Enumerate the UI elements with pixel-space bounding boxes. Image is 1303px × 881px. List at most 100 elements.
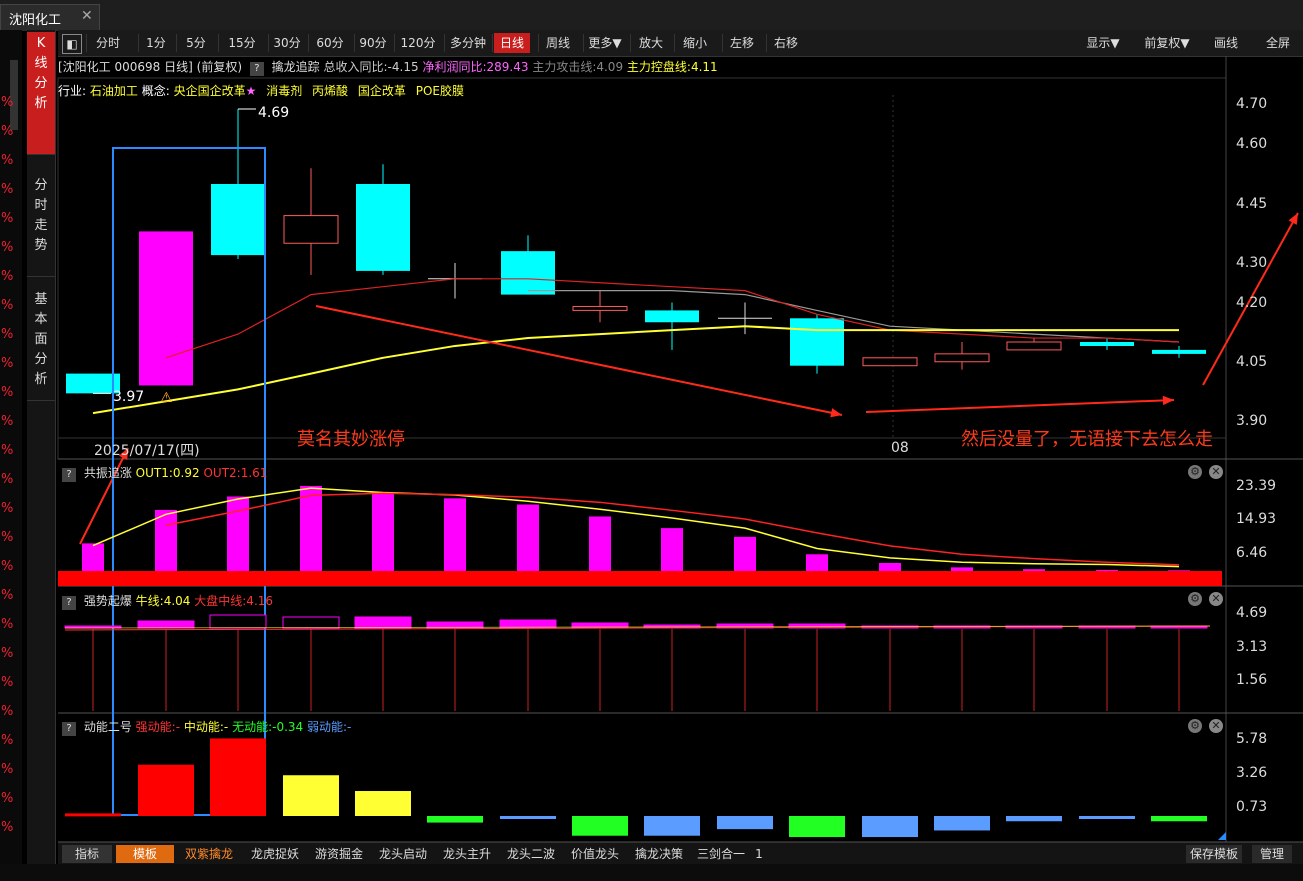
strong-bar — [354, 616, 412, 629]
percent-glyph: % — [1, 414, 14, 429]
template-tab[interactable]: 模板 — [116, 845, 174, 863]
close-icon[interactable]: ✕ — [1209, 465, 1223, 479]
help-icon[interactable]: ? — [62, 596, 76, 610]
resonance-bar — [227, 496, 249, 571]
template-tab[interactable]: 指标 — [62, 845, 112, 863]
ma-gray — [528, 290, 1180, 343]
template-tab[interactable]: 龙头二波 — [502, 845, 560, 863]
template-tab[interactable]: 双紫擒龙 — [180, 845, 238, 863]
energy-bar — [1006, 816, 1062, 822]
percent-glyph: % — [1, 559, 14, 574]
strong-bar — [209, 614, 267, 629]
mid-energy: 中动能:- — [183, 720, 229, 734]
resonance-bar — [300, 485, 322, 571]
arrow-down-head — [830, 408, 842, 418]
y-tick: 14.93 — [1236, 511, 1277, 527]
energy-bar — [934, 816, 990, 831]
resonance-bar — [1096, 569, 1118, 571]
y-tick: 3.26 — [1236, 765, 1268, 781]
gear-icon[interactable]: ⚙ — [1188, 465, 1202, 479]
template-tab[interactable]: 游资掘金 — [310, 845, 368, 863]
month-label: 08 — [891, 440, 909, 456]
out1-line — [92, 487, 1180, 568]
percent-glyph: % — [1, 646, 14, 661]
candle-body — [211, 184, 265, 256]
candle-body — [501, 251, 555, 295]
rocket-icon: ⚠ — [160, 390, 173, 406]
strong-bar — [282, 616, 340, 629]
resonance-bar — [1023, 569, 1045, 571]
percent-glyph: % — [1, 675, 14, 690]
arrow-flat-head — [1162, 395, 1174, 406]
template-tab[interactable]: 1 — [752, 845, 766, 863]
y-tick: 1.56 — [1236, 672, 1268, 688]
candle-body — [1152, 349, 1206, 354]
arrow-flat — [865, 399, 1175, 413]
candle-body — [139, 231, 193, 386]
y-tick: 4.60 — [1236, 136, 1268, 152]
resonance-bar — [734, 536, 756, 571]
resonance-bar — [951, 567, 973, 571]
resonance-bar — [806, 554, 828, 571]
template-tab[interactable]: 龙虎捉妖 — [246, 845, 304, 863]
y-tick: 4.05 — [1236, 354, 1268, 370]
low-label: 3.97 — [113, 389, 145, 405]
percent-glyph: % — [1, 327, 14, 342]
status-bar — [0, 864, 1303, 881]
energy-bar — [427, 816, 483, 823]
energy-bar — [572, 816, 628, 836]
pane-title: 动能二号 — [83, 720, 132, 734]
y-tick: 5.78 — [1236, 731, 1268, 747]
energy-bar — [210, 738, 266, 816]
y-tick: 4.20 — [1236, 295, 1268, 311]
resonance-baseline — [58, 571, 1222, 586]
percent-glyph: % — [1, 530, 14, 545]
percent-glyph: % — [1, 617, 14, 632]
energy-bar — [500, 816, 556, 819]
resonance-bar — [82, 543, 104, 571]
resonance-bar — [1168, 570, 1190, 571]
y-tick: 4.70 — [1236, 96, 1268, 112]
out2-value: OUT2:1.61 — [203, 466, 268, 480]
strong-bar — [137, 620, 195, 629]
template-action-button[interactable]: 管理 — [1252, 845, 1292, 863]
resonance-bar — [661, 528, 683, 571]
template-tab[interactable]: 价值龙头 — [566, 845, 624, 863]
candle-body — [934, 353, 990, 363]
percent-glyph: % — [1, 704, 14, 719]
percent-glyph: % — [1, 588, 14, 603]
resonance-bar — [155, 509, 177, 571]
energy-bar — [138, 764, 194, 816]
gear-icon[interactable]: ⚙ — [1188, 592, 1202, 606]
strong-energy: 强动能:- — [135, 720, 181, 734]
pane-strong-header: ? 强势起爆 牛线:4.04 大盘中线:4.16 — [58, 592, 273, 610]
annotation-right: 然后没量了，无语接下去怎么走 — [961, 429, 1213, 450]
market-line: 大盘中线:4.16 — [194, 594, 274, 608]
candle-body — [790, 318, 844, 366]
gear-icon[interactable]: ⚙ — [1188, 719, 1202, 733]
arrow-down — [315, 305, 843, 416]
energy-bar — [65, 813, 121, 817]
arrow-left — [79, 447, 129, 545]
percent-glyph: % — [1, 472, 14, 487]
close-icon[interactable]: ✕ — [1209, 719, 1223, 733]
energy-bar — [283, 775, 339, 816]
template-tab[interactable]: 三剑合一 — [694, 845, 748, 863]
energy-bar — [862, 816, 918, 838]
annotation-left: 莫名其妙涨停 — [297, 429, 405, 450]
template-tab[interactable]: 擒龙决策 — [630, 845, 688, 863]
close-icon[interactable]: ✕ — [1209, 592, 1223, 606]
template-tab[interactable]: 龙头主升 — [438, 845, 496, 863]
y-tick: 3.13 — [1236, 639, 1268, 655]
candle-body — [283, 215, 339, 244]
template-tab[interactable]: 龙头启动 — [374, 845, 432, 863]
percent-glyph: % — [1, 356, 14, 371]
pane-resonance-header: ? 共振追涨 OUT1:0.92 OUT2:1.61 — [58, 464, 267, 482]
help-icon[interactable]: ? — [62, 722, 76, 736]
help-icon[interactable]: ? — [62, 468, 76, 482]
template-action-button[interactable]: 保存模板 — [1186, 845, 1242, 863]
percent-glyph: % — [1, 211, 14, 226]
percent-glyph: % — [1, 501, 14, 516]
y-tick: 0.73 — [1236, 799, 1268, 815]
percent-glyph: % — [1, 443, 14, 458]
